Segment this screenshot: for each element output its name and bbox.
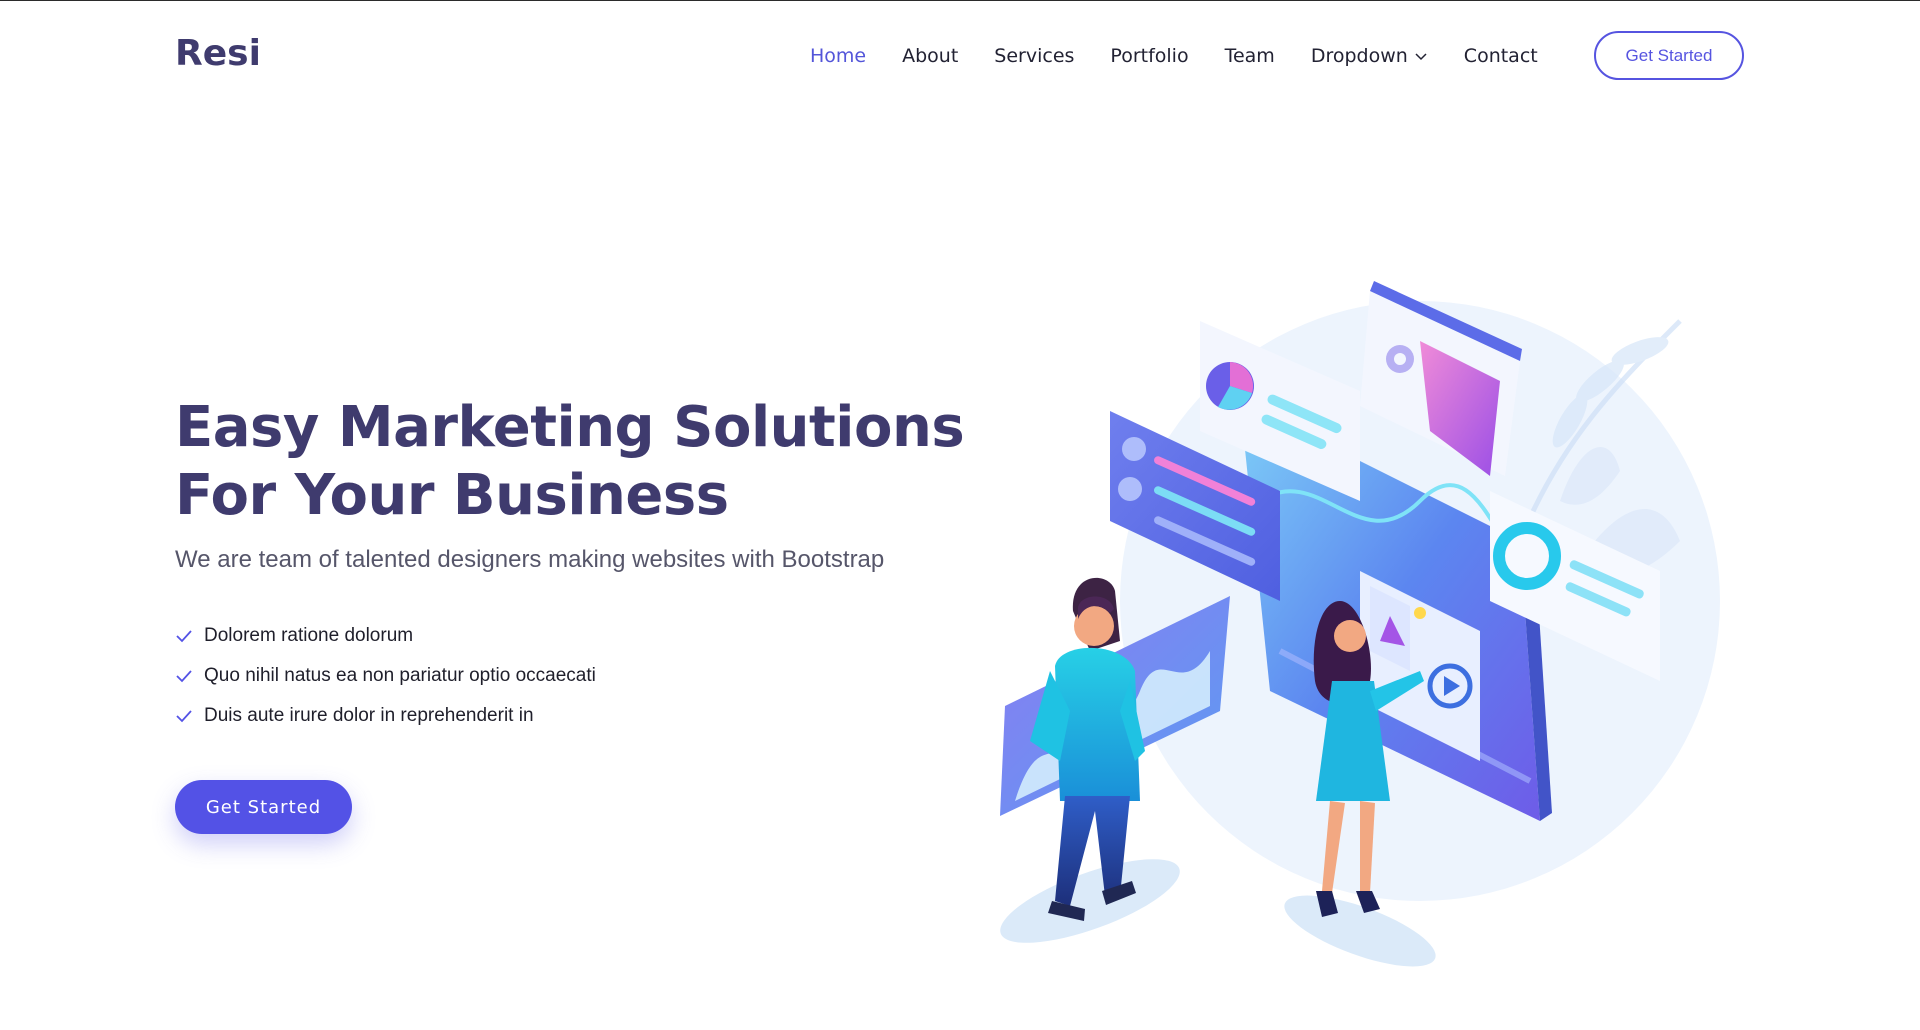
main-nav: Home About Services Portfolio Team Dropd… [810, 41, 1574, 71]
logo[interactable]: Resi [175, 30, 261, 78]
nav-item-label: Team [1224, 45, 1275, 67]
hero-title: Easy Marketing Solutions For Your Busine… [175, 394, 975, 530]
nav-item-dropdown[interactable]: Dropdown [1311, 45, 1428, 67]
site-header: Resi Home About Services Portfolio Team … [0, 1, 1920, 109]
hero-illustration [1000, 281, 1720, 967]
get-started-hero-button[interactable]: Get Started [175, 780, 352, 834]
list-item-text: Quo nihil natus ea non pariatur optio oc… [204, 665, 596, 686]
nav-item-label: Services [994, 45, 1075, 67]
floor-shadow [1000, 859, 1180, 943]
nav-item-label: Portfolio [1110, 45, 1189, 67]
list-item: Quo nihil natus ea non pariatur optio oc… [175, 656, 596, 696]
get-started-header-button[interactable]: Get Started [1594, 31, 1744, 80]
check-icon [176, 630, 192, 643]
list-item: Duis aute irure dolor in reprehenderit i… [175, 696, 596, 736]
list-item: Dolorem ratione dolorum [175, 616, 596, 656]
nav-item-services[interactable]: Services [994, 45, 1074, 67]
nav-item-label: Contact [1463, 45, 1538, 67]
list-item-text: Dolorem ratione dolorum [204, 625, 414, 646]
landing-page: Resi Home About Services Portfolio Team … [0, 0, 1920, 1030]
nav-item-home[interactable]: Home [810, 45, 866, 67]
feature-checklist: Dolorem ratione dolorum Quo nihil natus … [175, 616, 596, 736]
nav-item-about[interactable]: About [902, 45, 958, 67]
check-icon [176, 670, 192, 683]
nav-item-label: Home [810, 45, 867, 67]
nav-item-portfolio[interactable]: Portfolio [1110, 45, 1188, 67]
nav-item-label: Dropdown [1310, 45, 1408, 67]
nav-item-team[interactable]: Team [1225, 45, 1275, 67]
list-item-text: Duis aute irure dolor in reprehenderit i… [204, 705, 534, 726]
hero-subtitle: We are team of talented designers making… [175, 546, 885, 573]
nav-item-label: About [902, 45, 959, 67]
check-icon [176, 710, 192, 723]
nav-item-contact[interactable]: Contact [1464, 45, 1538, 67]
chevron-down-icon [1415, 53, 1427, 61]
hero-title-line-2: For Your Business [175, 463, 729, 528]
hero-title-line-1: Easy Marketing Solutions [175, 395, 965, 460]
